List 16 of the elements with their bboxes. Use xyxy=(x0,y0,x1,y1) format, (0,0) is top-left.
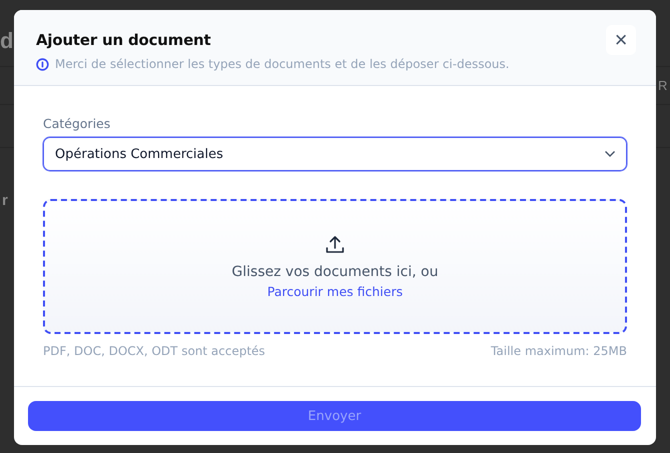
size-hint: Taille maximum: 25MB xyxy=(490,344,627,358)
info-icon xyxy=(36,58,49,70)
dialog-title: Ajouter un document xyxy=(36,31,212,49)
page-heading: d xyxy=(0,28,14,54)
browse-link[interactable]: Parcourir mes fichiers xyxy=(267,284,403,298)
category-select[interactable]: Opérations Commerciales xyxy=(43,137,627,171)
format-hint: PDF, DOC, DOCX, ODT sont acceptés xyxy=(43,344,266,358)
drop-zone[interactable]: Glissez vos documents ici, ou Parcourir mes fichiers xyxy=(43,199,627,334)
row-text: r xyxy=(2,192,8,209)
drop-prompt: Glissez vos documents ici, ou xyxy=(232,264,438,280)
upload-icon xyxy=(325,234,345,254)
close-button[interactable]: × xyxy=(606,25,636,55)
column-header: R xyxy=(658,78,668,93)
field-label: Catégories xyxy=(43,116,112,131)
chevron-icon xyxy=(604,150,616,158)
info-text: Merci de sélectionner les types de documents et de les déposer ci-dessous. xyxy=(55,57,510,71)
